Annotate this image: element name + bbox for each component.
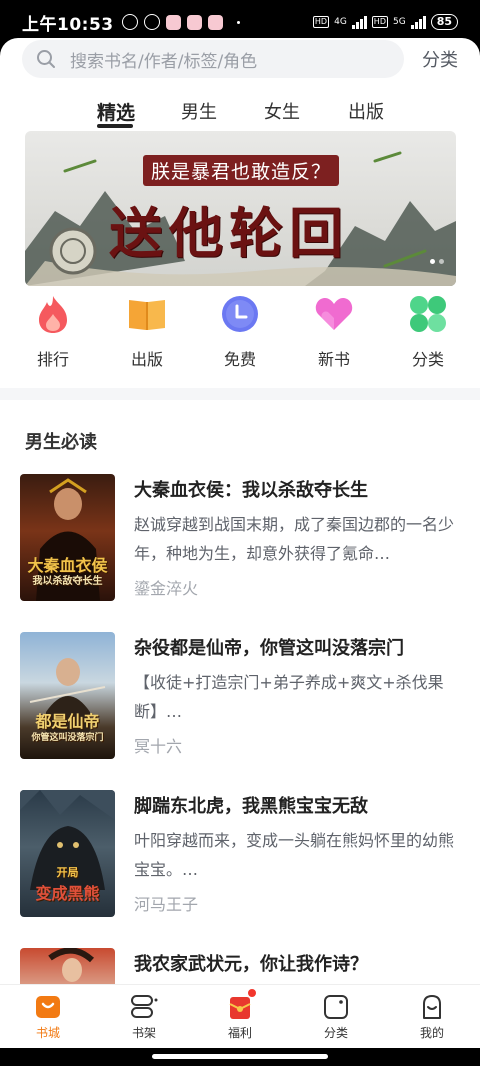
quick-link-free[interactable]: 免费 xyxy=(210,294,270,370)
book-author: 冥十六 xyxy=(134,737,183,756)
book-description: 赵诚穿越到战国末期，成了秦国边郡的一名少年，种地为生，却意外获得了氪命… xyxy=(134,515,455,563)
status-notification-icons xyxy=(121,14,240,30)
alarm-icon xyxy=(143,14,160,30)
search-input[interactable]: 搜索书名/作者/标签/角色 xyxy=(22,40,404,78)
notification-dot xyxy=(248,989,256,997)
grid-icon xyxy=(408,294,448,334)
profile-icon xyxy=(418,993,446,1021)
book-description: 【收徒+打造宗门+弟子养成+爽文+杀伐果断】… xyxy=(134,673,444,721)
quick-link-publishing[interactable]: 出版 xyxy=(117,294,177,370)
quick-link-label: 分类 xyxy=(411,350,444,369)
tab-male[interactable]: 男生 xyxy=(181,98,217,124)
nav-label: 福利 xyxy=(227,1026,252,1040)
app-notification-icon xyxy=(186,14,202,30)
category-link[interactable]: 分类 xyxy=(422,46,458,72)
bottom-nav: 书城 书架 福利 分类 我的 xyxy=(0,984,480,1048)
nav-profile[interactable]: 我的 xyxy=(402,993,462,1041)
book-title: 脚踹东北虎，我黑熊宝宝无敌 xyxy=(134,796,368,817)
quick-link-label: 排行 xyxy=(36,350,69,369)
book-item[interactable]: 大秦血衣侯 我以杀敌夺长生 大秦血衣侯：我以杀敌夺长生 赵诚穿越到战国末期，成了… xyxy=(20,474,460,604)
quick-link-label: 新书 xyxy=(317,350,350,369)
search-icon xyxy=(36,49,56,69)
category-icon xyxy=(322,993,350,1021)
book-description: 叶阳穿越而来，变成一头躺在熊妈怀里的幼熊宝宝。… xyxy=(134,831,455,879)
signal-icon xyxy=(351,15,367,29)
quick-link-label: 免费 xyxy=(223,350,256,369)
banner-title: 送他轮回 xyxy=(109,201,349,265)
book-item[interactable]: 都是仙帝 你管这叫没落宗门 杂役都是仙帝，你管这叫没落宗门 【收徒+打造宗门+弟… xyxy=(20,632,460,762)
book-cover-title: 变成黑熊 xyxy=(35,884,100,903)
book-cover: 开局 变成黑熊 xyxy=(20,790,115,917)
nav-welfare[interactable]: 福利 xyxy=(210,989,270,1041)
quick-link-label: 出版 xyxy=(130,350,163,369)
mute-icon xyxy=(121,14,138,30)
tab-publishing[interactable]: 出版 xyxy=(348,98,384,124)
status-right-indicators: HD 4G HD 5G 85 xyxy=(312,14,458,30)
bookstore-icon xyxy=(34,993,62,1021)
flame-icon xyxy=(33,294,73,334)
search-placeholder: 搜索书名/作者/标签/角色 xyxy=(70,51,258,72)
search-row: 搜索书名/作者/标签/角色 分类 xyxy=(0,38,480,80)
quick-link-category[interactable]: 分类 xyxy=(398,294,458,370)
nav-label: 书城 xyxy=(35,1026,60,1040)
quick-link-new-books[interactable]: 新书 xyxy=(304,294,364,370)
tab-featured[interactable]: 精选 xyxy=(97,98,135,125)
quick-links: 排行 出版 免费 新书 分类 xyxy=(0,294,480,374)
book-title: 我农家武状元，你让我作诗？ xyxy=(134,954,368,975)
promo-banner[interactable]: 朕是暴君也敢造反？ 送他轮回 xyxy=(25,131,456,286)
section-divider xyxy=(0,388,480,400)
section-title: 男生必读 xyxy=(25,432,97,453)
network-4g-label: 4G xyxy=(334,17,347,27)
banner-subtitle: 朕是暴君也敢造反？ xyxy=(143,155,340,186)
network-5g-label: 5G xyxy=(392,17,406,27)
nav-label: 分类 xyxy=(323,1026,348,1040)
book-title: 大秦血衣侯：我以杀敌夺长生 xyxy=(134,480,368,501)
nav-label: 书架 xyxy=(131,1026,156,1040)
hd-indicator: HD xyxy=(312,16,330,28)
heart-icon xyxy=(314,294,354,334)
nav-label: 我的 xyxy=(419,1026,444,1040)
clock-icon xyxy=(220,294,260,334)
app-container: 搜索书名/作者/标签/角色 分类 精选 男生 女生 出版 朕是暴君也敢造反？ 送… xyxy=(0,38,480,1048)
book-icon xyxy=(127,294,167,334)
active-tab-indicator xyxy=(97,124,133,128)
gift-icon xyxy=(226,989,256,1021)
more-notifications-dot xyxy=(236,20,240,24)
app-notification-icon xyxy=(165,14,181,30)
book-cover: 大秦血衣侯 我以杀敌夺长生 xyxy=(20,474,115,601)
book-cover-subtitle: 我以杀敌夺长生 xyxy=(32,576,103,587)
book-author: 鎏金淬火 xyxy=(134,579,199,598)
nav-bookshelf[interactable]: 书架 xyxy=(114,993,174,1041)
book-cover-subtitle: 开局 xyxy=(56,866,79,879)
tab-female[interactable]: 女生 xyxy=(264,98,300,124)
tab-bar: 精选 男生 女生 出版 xyxy=(0,98,480,132)
book-cover: 都是仙帝 你管这叫没落宗门 xyxy=(20,632,115,759)
nav-category[interactable]: 分类 xyxy=(306,993,366,1041)
nav-bookstore[interactable]: 书城 xyxy=(18,993,78,1041)
banner-pagination xyxy=(430,259,444,264)
quick-link-ranking[interactable]: 排行 xyxy=(23,294,83,370)
hd-indicator: HD xyxy=(371,16,388,28)
book-title: 杂役都是仙帝，你管这叫没落宗门 xyxy=(134,638,404,659)
book-cover-title: 都是仙帝 xyxy=(35,712,100,731)
app-notification-icon xyxy=(207,14,223,30)
home-indicator[interactable] xyxy=(152,1054,328,1059)
book-cover-subtitle: 你管这叫没落宗门 xyxy=(31,733,104,743)
book-author: 河马王子 xyxy=(134,895,199,914)
battery-indicator: 85 xyxy=(430,14,458,30)
book-item[interactable]: 开局 变成黑熊 脚踹东北虎，我黑熊宝宝无敌 叶阳穿越而来，变成一头躺在熊妈怀里的… xyxy=(20,790,460,920)
status-time: 上午10:53 xyxy=(22,14,114,35)
signal-icon xyxy=(410,15,426,29)
bookshelf-icon xyxy=(130,993,158,1021)
